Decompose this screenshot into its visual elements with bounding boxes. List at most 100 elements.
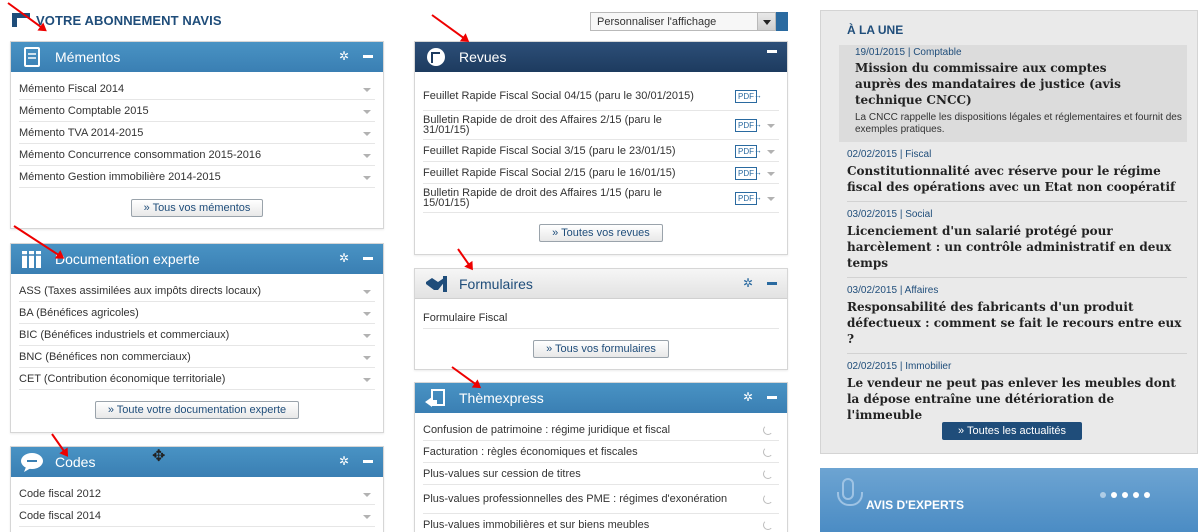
- news-meta: 03/02/2015 | Social: [847, 209, 933, 220]
- collapse-icon[interactable]: [363, 257, 373, 260]
- gear-icon[interactable]: ✲: [339, 454, 349, 468]
- list-item[interactable]: Mémento Fiscal 2014: [19, 78, 375, 100]
- collapse-icon[interactable]: [767, 50, 777, 53]
- carousel-dot[interactable]: [1100, 492, 1106, 498]
- list-item[interactable]: BIC (Bénéfices industriels et commerciau…: [19, 324, 375, 346]
- list-item[interactable]: BA (Bénéfices agricoles): [19, 302, 375, 324]
- list-item-label: Feuillet Rapide Fiscal Social 04/15 (par…: [423, 90, 694, 102]
- chevron-down-icon[interactable]: [363, 289, 371, 294]
- news-headline[interactable]: Le vendeur ne peut pas enlever les meubl…: [847, 375, 1187, 423]
- carousel-dot[interactable]: [1122, 492, 1128, 498]
- list-item-label: Mémento Fiscal 2014: [19, 82, 125, 95]
- list-item[interactable]: Confusion de patrimoine : régime juridiq…: [423, 419, 779, 441]
- customize-display-select[interactable]: Personnaliser l'affichage: [590, 12, 776, 31]
- news-item[interactable]: 03/02/2015 | Social Licenciement d'un sa…: [847, 202, 1187, 278]
- collapse-icon[interactable]: [767, 396, 777, 399]
- list-item-label: Confusion de patrimoine : régime juridiq…: [423, 423, 671, 436]
- chevron-down-icon[interactable]: [767, 171, 775, 176]
- news-item[interactable]: 02/02/2015 | Immobilier Le vendeur ne pe…: [847, 354, 1187, 429]
- chevron-down-icon[interactable]: [363, 153, 371, 158]
- list-item[interactable]: Mémento Comptable 2015: [19, 100, 375, 122]
- chevron-down-icon[interactable]: [767, 197, 775, 201]
- widget-header-revues[interactable]: Revues: [415, 42, 787, 72]
- collapse-icon[interactable]: [767, 282, 777, 285]
- widget-title: Mémentos: [55, 49, 121, 65]
- collapse-icon[interactable]: [363, 460, 373, 463]
- chevron-down-icon[interactable]: [363, 311, 371, 316]
- carousel-dot[interactable]: [1111, 492, 1117, 498]
- chevron-down-icon[interactable]: [363, 87, 371, 92]
- widget-documentation-experte: Documentation experte ✲ ASS (Taxes assim…: [10, 243, 384, 433]
- list-item[interactable]: Facturation : règles économiques et fisc…: [423, 441, 779, 463]
- list-item-label: Plus-values sur cession de titres: [423, 467, 581, 480]
- all-news-button[interactable]: » Toutes les actualités: [942, 422, 1083, 440]
- news-headline[interactable]: Mission du commissaire aux comptes auprè…: [855, 60, 1155, 108]
- chevron-down-icon[interactable]: [363, 355, 371, 360]
- list-item[interactable]: Plus-values sur cession de titres: [423, 463, 779, 485]
- chevron-down-icon[interactable]: [363, 131, 371, 136]
- widget-header-formulaires[interactable]: Formulaires ✲: [415, 269, 787, 299]
- list-item[interactable]: CET (Contribution économique territorial…: [19, 368, 375, 390]
- chevron-down-icon[interactable]: [363, 333, 371, 338]
- all-formulaires-button[interactable]: » Tous vos formulaires: [533, 340, 669, 358]
- chevron-down-icon[interactable]: [767, 124, 775, 128]
- list-item[interactable]: Mémento TVA 2014-2015: [19, 122, 375, 144]
- all-revues-button[interactable]: » Toutes vos revues: [539, 224, 663, 242]
- news-meta: 03/02/2015 | Affaires: [847, 285, 939, 296]
- refresh-icon[interactable]: [763, 446, 773, 457]
- news-headline[interactable]: Constitutionnalité avec réserve pour le …: [847, 163, 1187, 195]
- list-item[interactable]: Mémento Concurrence consommation 2015-20…: [19, 144, 375, 166]
- experts-panel: AVIS D'EXPERTS: [820, 468, 1198, 532]
- list-item[interactable]: BNC (Bénéfices non commerciaux): [19, 346, 375, 368]
- all-documentation-button[interactable]: » Toute votre documentation experte: [94, 401, 300, 419]
- list-item[interactable]: Feuillet Rapide Fiscal Social 3/15 (paru…: [423, 140, 779, 162]
- gear-icon[interactable]: ✲: [743, 276, 753, 290]
- list-item-label: BA (Bénéfices agricoles): [19, 306, 139, 319]
- widget-mementos: Mémentos ✲ Mémento Fiscal 2014 Mémento C…: [10, 41, 384, 229]
- chevron-down-icon[interactable]: [363, 175, 371, 180]
- list-item[interactable]: Bulletin Rapide de droit des Affaires 1/…: [423, 184, 779, 213]
- list-item[interactable]: Plus-values immobilières et sur biens me…: [423, 514, 779, 532]
- news-item[interactable]: 02/02/2015 | Fiscal Constitutionnalité a…: [847, 142, 1187, 202]
- chevron-down-icon[interactable]: [363, 109, 371, 114]
- speech-bubble-icon: [19, 451, 45, 473]
- all-mementos-button[interactable]: » Tous vos mémentos: [130, 199, 264, 217]
- list-item[interactable]: Code fiscal 2014: [19, 505, 375, 527]
- refresh-icon[interactable]: [763, 519, 773, 530]
- list-item[interactable]: Feuillet Rapide Fiscal Social 2/15 (paru…: [423, 162, 779, 184]
- carousel-dot[interactable]: [1144, 492, 1150, 498]
- gear-icon[interactable]: ✲: [743, 390, 753, 404]
- refresh-icon[interactable]: [763, 424, 773, 435]
- gear-icon[interactable]: ✲: [339, 49, 349, 63]
- news-headline[interactable]: Licenciement d'un salarié protégé pour h…: [847, 223, 1187, 271]
- list-item-label: Mémento Gestion immobilière 2014-2015: [19, 170, 221, 183]
- chevron-down-icon[interactable]: [363, 514, 371, 519]
- list-item-label: CET (Contribution économique territorial…: [19, 372, 226, 385]
- chevron-down-icon[interactable]: [363, 492, 371, 497]
- carousel-dot[interactable]: [1133, 492, 1139, 498]
- news-item[interactable]: 03/02/2015 | Affaires Responsabilité des…: [847, 278, 1187, 354]
- chevron-down-icon[interactable]: [757, 13, 775, 30]
- news-headline[interactable]: Responsabilité des fabricants d'un produ…: [847, 299, 1187, 347]
- gear-icon[interactable]: ✲: [339, 251, 349, 265]
- news-featured[interactable]: 19/01/2015 | Comptable Mission du commis…: [839, 45, 1187, 142]
- refresh-icon[interactable]: [763, 468, 773, 479]
- list-item[interactable]: Code fiscal 2012: [19, 483, 375, 505]
- widget-header-documentation[interactable]: Documentation experte ✲: [11, 244, 383, 274]
- refresh-icon[interactable]: [763, 494, 773, 504]
- list-item[interactable]: Mémento Gestion immobilière 2014-2015: [19, 166, 375, 188]
- list-item[interactable]: Plus-values professionnelles des PME : r…: [423, 485, 779, 514]
- list-item[interactable]: ASS (Taxes assimilées aux impôts directs…: [19, 280, 375, 302]
- widget-header-mementos[interactable]: Mémentos ✲: [11, 42, 383, 72]
- arrow-right-icon: →: [754, 145, 762, 155]
- list-item-label: Feuillet Rapide Fiscal Social 3/15 (paru…: [423, 144, 676, 157]
- page-title: VOTRE ABONNEMENT NAVIS: [36, 12, 222, 28]
- move-cursor-icon: ✥: [152, 448, 166, 465]
- list-item-label: BIC (Bénéfices industriels et commerciau…: [19, 328, 230, 341]
- list-item[interactable]: Bulletin Rapide de droit des Affaires 2/…: [423, 111, 779, 140]
- chevron-down-icon[interactable]: [363, 377, 371, 382]
- list-item[interactable]: Formulaire Fiscal: [423, 307, 779, 329]
- chevron-down-icon[interactable]: [767, 149, 775, 154]
- list-item[interactable]: Feuillet Rapide Fiscal Social 04/15 (par…: [423, 82, 779, 111]
- collapse-icon[interactable]: [363, 55, 373, 58]
